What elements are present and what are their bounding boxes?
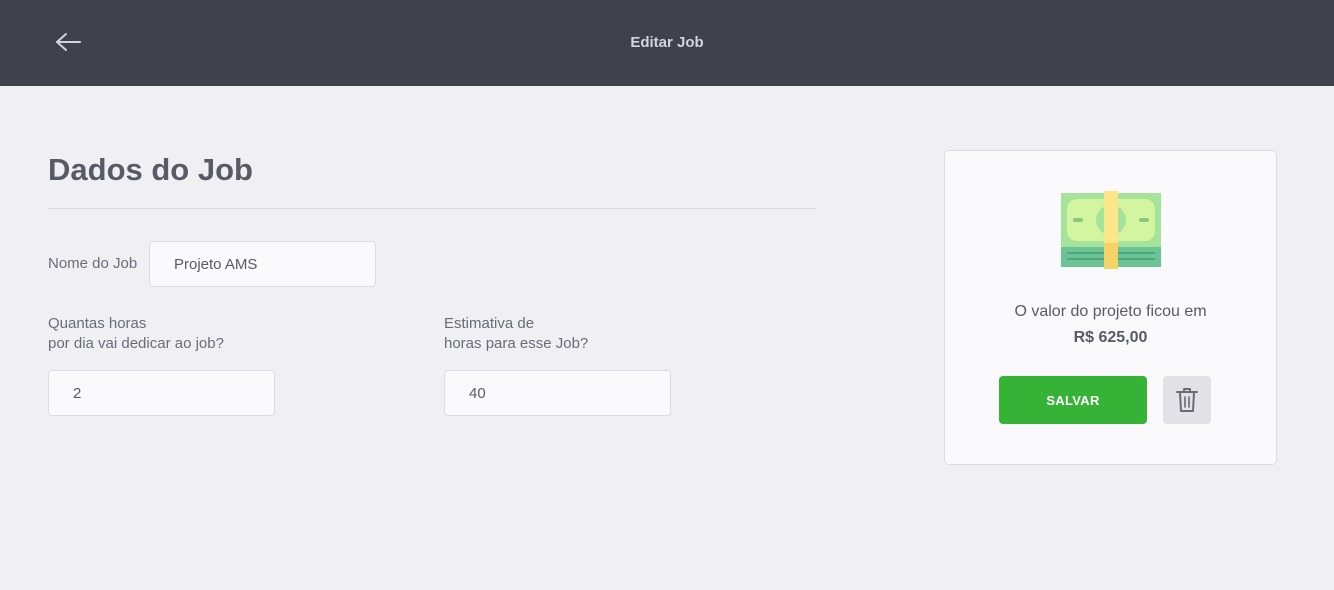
save-button[interactable]: SALVAR <box>999 376 1147 424</box>
page-title: Editar Job <box>630 34 704 51</box>
daily-hours-label-line2: por dia vai dedicar ao job? <box>48 335 224 352</box>
job-name-input[interactable] <box>149 241 376 287</box>
estimated-hours-label-line2: horas para esse Job? <box>444 335 589 352</box>
estimated-hours-input[interactable] <box>444 370 671 416</box>
top-bar: Editar Job <box>0 0 1334 86</box>
trash-icon <box>1176 388 1198 412</box>
estimated-hours-label: Estimativa de horas para esse Job? <box>444 314 588 354</box>
project-value-text: O valor do projeto ficou em <box>1014 303 1207 320</box>
daily-hours-input[interactable] <box>48 370 275 416</box>
job-name-label: Nome do Job <box>48 255 138 272</box>
summary-card: O valor do projeto ficou em R$ 625,00 SA… <box>944 150 1277 465</box>
project-value-amount: R$ 625,00 <box>1073 329 1148 346</box>
divider <box>48 208 816 209</box>
daily-hours-label-line1: Quantas horas <box>48 315 147 332</box>
delete-button[interactable] <box>1163 376 1211 424</box>
money-icon <box>1061 191 1161 269</box>
section-title: Dados do Job <box>48 152 253 187</box>
estimated-hours-label-line1: Estimativa de <box>444 315 535 332</box>
daily-hours-label: Quantas horas por dia vai dedicar ao job… <box>48 314 224 354</box>
